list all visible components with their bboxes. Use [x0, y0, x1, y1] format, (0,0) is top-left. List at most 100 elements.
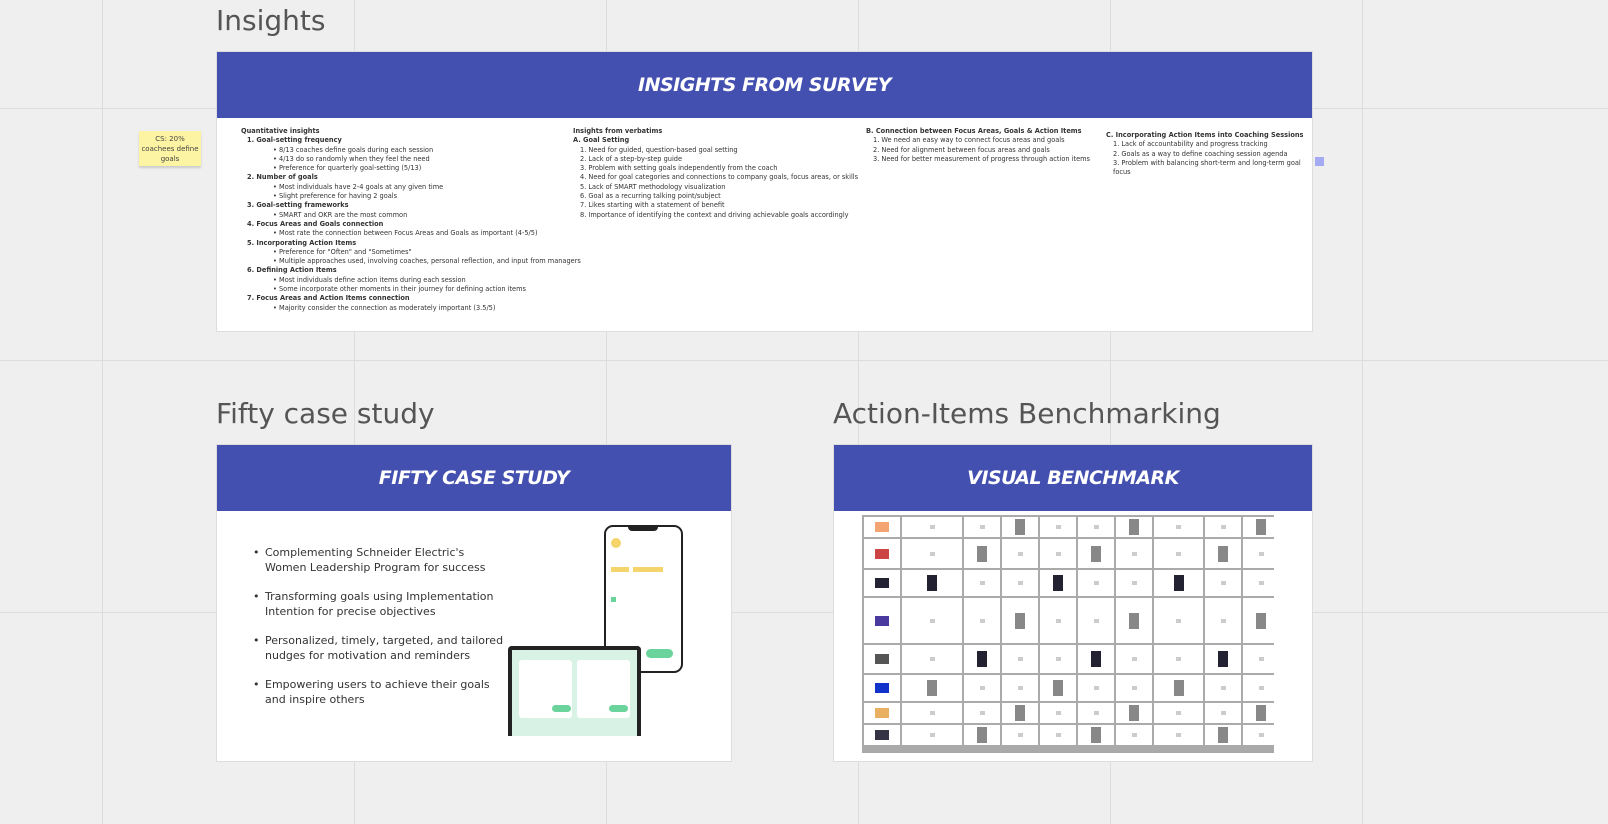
quant-item: Most individuals have 2-4 goals at any g… [241, 183, 581, 192]
thumbnail-image [1258, 657, 1264, 661]
quant-item: Slight preference for having 2 goals [241, 192, 581, 201]
benchmark-cell[interactable] [1243, 725, 1279, 745]
benchmark-cell[interactable] [1040, 539, 1076, 568]
benchmark-cell[interactable] [1154, 598, 1203, 643]
verbatim-item: 7. Likes starting with a statement of be… [580, 201, 725, 210]
group-number: 5. [247, 238, 255, 247]
fifty-board[interactable]: Fifty case study Complementing Schneider… [216, 444, 732, 762]
benchmark-cell[interactable] [1116, 570, 1152, 596]
group-number: 1. [247, 136, 255, 145]
benchmark-cell[interactable] [864, 675, 900, 701]
benchmark-cell[interactable] [964, 675, 1000, 701]
benchmark-cell[interactable] [1078, 598, 1114, 643]
quant-group-title: 7. Focus Areas and Action Items connecti… [241, 294, 581, 303]
benchmark-cell[interactable] [1116, 539, 1152, 568]
benchmark-cell[interactable] [1243, 570, 1279, 596]
benchmark-cell[interactable] [1078, 703, 1114, 723]
benchmark-cell[interactable] [902, 517, 962, 537]
benchmark-cell[interactable] [1078, 539, 1114, 568]
benchmark-cell[interactable] [1243, 517, 1279, 537]
benchmark-cell[interactable] [902, 645, 962, 673]
benchmark-cell[interactable] [1205, 645, 1241, 673]
benchmark-cell[interactable] [1116, 645, 1152, 673]
benchmark-cell[interactable] [1205, 517, 1241, 537]
benchmark-cell[interactable] [1243, 645, 1279, 673]
benchmark-cell[interactable] [1243, 598, 1279, 643]
benchmark-cell[interactable] [1002, 725, 1038, 745]
benchmark-cell[interactable] [1205, 570, 1241, 596]
benchmark-cell[interactable] [902, 570, 962, 596]
benchmark-cell[interactable] [1040, 725, 1076, 745]
benchmark-cell[interactable] [1002, 570, 1038, 596]
benchmark-cell[interactable] [1205, 725, 1241, 745]
benchmark-cell[interactable] [1002, 645, 1038, 673]
section-title: Incorporating Action Items into Coaching… [1115, 131, 1304, 139]
benchmark-cell[interactable] [1078, 517, 1114, 537]
sticky-note[interactable]: CS: 20% coachees define goals [139, 131, 201, 166]
benchmark-cell[interactable] [1040, 570, 1076, 596]
benchmark-cell[interactable] [1040, 645, 1076, 673]
benchmark-cell[interactable] [1040, 517, 1076, 537]
benchmark-cell[interactable] [1116, 675, 1152, 701]
benchmark-cell[interactable] [902, 725, 962, 745]
benchmark-cell[interactable] [1205, 703, 1241, 723]
benchmark-cell[interactable] [1002, 675, 1038, 701]
benchmark-cell[interactable] [964, 539, 1000, 568]
benchmark-cell[interactable] [1205, 598, 1241, 643]
benchmark-cell[interactable] [864, 517, 900, 537]
benchmark-cell[interactable] [1154, 645, 1203, 673]
benchmark-cell[interactable] [1154, 725, 1203, 745]
benchmark-cell[interactable] [964, 703, 1000, 723]
benchmark-cell[interactable] [902, 675, 962, 701]
benchmark-cell[interactable] [1154, 517, 1203, 537]
benchmark-cell[interactable] [1040, 675, 1076, 701]
benchmark-cell[interactable] [1243, 675, 1279, 701]
benchmark-cell[interactable] [1002, 539, 1038, 568]
benchmark-cell[interactable] [902, 598, 962, 643]
benchmark-cell[interactable] [1040, 703, 1076, 723]
benchmark-cell[interactable] [1078, 725, 1114, 745]
benchmark-cell[interactable] [1243, 539, 1279, 568]
benchmark-cell[interactable] [864, 703, 900, 723]
benchmark-cell[interactable] [864, 598, 900, 643]
thumbnail-image [1091, 727, 1101, 743]
benchmark-cell[interactable] [964, 570, 1000, 596]
benchmark-cell[interactable] [864, 539, 900, 568]
quant-item: Preference for quarterly goal-setting (5… [241, 164, 581, 173]
benchmark-cell[interactable] [1116, 598, 1152, 643]
benchmark-board[interactable]: Visual benchmark [833, 444, 1313, 762]
benchmark-cell[interactable] [1002, 517, 1038, 537]
insights-board[interactable]: Insights from survey Quantitative insigh… [216, 51, 1313, 332]
verbatim-item: 6. Goal as a recurring talking point/sub… [580, 192, 721, 201]
benchmark-cell[interactable] [864, 570, 900, 596]
benchmark-cell[interactable] [1078, 570, 1114, 596]
selection-marker[interactable] [1315, 157, 1324, 166]
quant-item: Most rate the connection between Focus A… [241, 229, 581, 238]
benchmark-cell[interactable] [1205, 675, 1241, 701]
benchmark-cell[interactable] [1154, 570, 1203, 596]
thumbnail-image [875, 615, 889, 626]
benchmark-cell[interactable] [964, 725, 1000, 745]
benchmark-cell[interactable] [1078, 645, 1114, 673]
benchmark-cell[interactable] [864, 645, 900, 673]
benchmark-cell[interactable] [1040, 598, 1076, 643]
benchmark-cell[interactable] [1078, 675, 1114, 701]
benchmark-cell[interactable] [1002, 598, 1038, 643]
benchmark-cell[interactable] [964, 645, 1000, 673]
benchmark-cell[interactable] [1116, 703, 1152, 723]
benchmark-cell[interactable] [964, 517, 1000, 537]
benchmark-cell[interactable] [902, 703, 962, 723]
benchmark-cell[interactable] [1116, 725, 1152, 745]
benchmark-cell[interactable] [864, 725, 900, 745]
benchmark-cell[interactable] [902, 539, 962, 568]
benchmark-cell[interactable] [1002, 703, 1038, 723]
benchmark-cell[interactable] [1205, 539, 1241, 568]
thumbnail-image [1093, 618, 1099, 623]
benchmark-cell[interactable] [1154, 703, 1203, 723]
benchmark-cell[interactable] [1154, 675, 1203, 701]
benchmark-cell[interactable] [1154, 539, 1203, 568]
benchmark-cell[interactable] [1116, 517, 1152, 537]
benchmark-cell[interactable] [1243, 703, 1279, 723]
benchmark-cell[interactable] [964, 598, 1000, 643]
verbatim-item: 1. Need for guided, question-based goal … [580, 145, 738, 154]
